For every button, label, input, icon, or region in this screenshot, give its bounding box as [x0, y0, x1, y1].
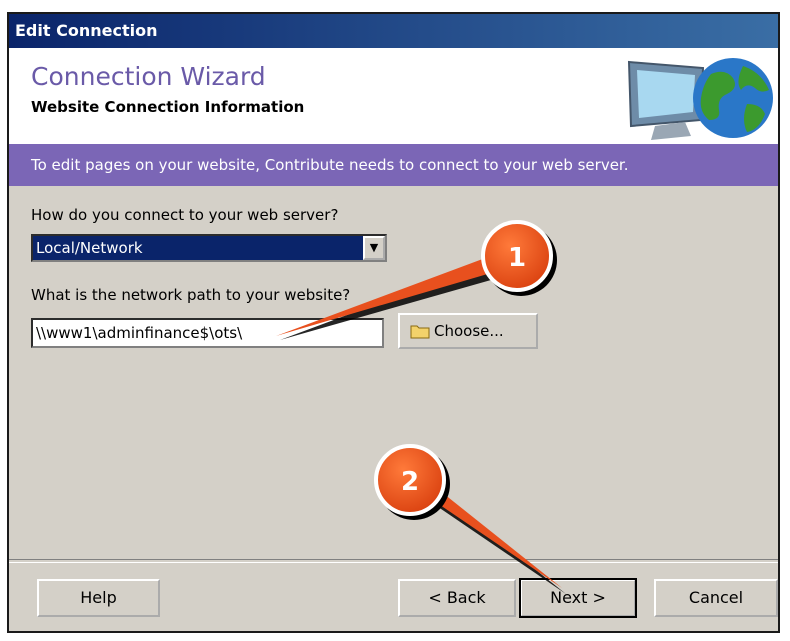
cancel-button[interactable]: Cancel	[654, 579, 778, 617]
wizard-header: Connection Wizard Website Connection Inf…	[9, 48, 778, 144]
folder-icon	[410, 325, 430, 339]
connect-method-label: How do you connect to your web server?	[31, 206, 339, 224]
connect-method-value: Local/Network	[33, 236, 363, 260]
globe-monitor-icon	[627, 58, 773, 140]
info-banner: To edit pages on your website, Contribut…	[9, 144, 778, 186]
choose-button-label: Choose...	[434, 322, 504, 340]
help-button[interactable]: Help	[37, 579, 160, 617]
connect-method-select[interactable]: Local/Network ▼	[31, 234, 387, 262]
globe-icon	[693, 58, 773, 138]
monitor-icon	[627, 60, 705, 140]
choose-button[interactable]: Choose...	[398, 313, 538, 349]
chevron-down-icon[interactable]: ▼	[363, 236, 385, 260]
footer-separator	[9, 559, 778, 563]
network-path-label: What is the network path to your website…	[31, 286, 351, 304]
wizard-title: Connection Wizard	[31, 62, 266, 91]
next-button[interactable]: Next >	[519, 578, 637, 618]
edit-connection-dialog: Edit Connection Connection Wizard Websit…	[7, 12, 780, 633]
back-button[interactable]: < Back	[398, 579, 516, 617]
window-title: Edit Connection	[9, 14, 778, 48]
network-path-input[interactable]: \\www1\adminfinance$\ots\	[31, 318, 384, 348]
wizard-subtitle: Website Connection Information	[31, 98, 305, 116]
